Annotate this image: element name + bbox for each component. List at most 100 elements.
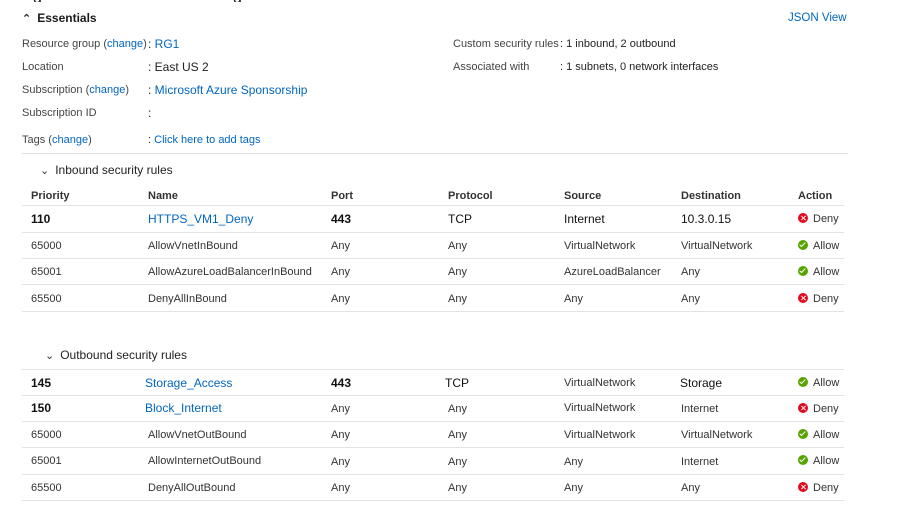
port-cell: Any xyxy=(331,240,350,252)
protocol-cell: Any xyxy=(448,240,467,252)
cropped-header-text: g g xyxy=(0,0,924,2)
destination-cell: Internet xyxy=(681,456,719,468)
cropped-glyph: g xyxy=(33,0,42,2)
resource-group-link[interactable]: RG1 xyxy=(155,37,180,51)
essentials-toggle[interactable]: ⌃ Essentials xyxy=(22,11,97,25)
check-circle-icon xyxy=(798,266,808,276)
port-cell: Any xyxy=(331,429,350,441)
source-cell: VirtualNetwork xyxy=(564,377,636,389)
action-cell: Allow xyxy=(798,429,839,441)
subscription-link[interactable]: Microsoft Azure Sponsorship xyxy=(155,83,308,97)
destination-cell: Any xyxy=(681,482,700,494)
source-cell: Internet xyxy=(564,212,605,226)
check-circle-icon xyxy=(798,429,808,439)
add-tags-link[interactable]: Click here to add tags xyxy=(154,134,260,146)
row-divider xyxy=(22,395,844,396)
associated-label: Associated with xyxy=(453,61,530,73)
chevron-down-icon: ⌄ xyxy=(45,350,55,362)
x-circle-icon xyxy=(798,403,808,413)
subscription-label: Subscription (change) xyxy=(22,84,130,96)
resource-group-label: Resource group (change) xyxy=(22,38,147,50)
outbound-title: Outbound security rules xyxy=(60,348,187,362)
col-destination: Destination xyxy=(681,190,741,202)
action-cell: Allow xyxy=(798,266,839,278)
chevron-up-icon: ⌃ xyxy=(22,13,32,25)
outbound-section-toggle[interactable]: ⌄ Outbound security rules xyxy=(45,348,187,362)
x-circle-icon xyxy=(798,293,808,303)
action-cell: Allow xyxy=(798,455,839,467)
priority-cell: 65001 xyxy=(31,266,62,278)
tags-change-link[interactable]: change xyxy=(52,134,88,146)
row-divider xyxy=(22,311,844,312)
location-value: : East US 2 xyxy=(148,60,209,74)
port-cell: Any xyxy=(331,403,350,415)
source-cell: VirtualNetwork xyxy=(564,402,636,414)
col-source: Source xyxy=(564,190,602,202)
col-name: Name xyxy=(148,190,178,202)
port-cell: Any xyxy=(331,456,350,468)
x-circle-icon xyxy=(798,213,808,223)
action-cell: Allow xyxy=(798,240,839,252)
priority-cell: 65500 xyxy=(31,482,62,494)
port-cell: Any xyxy=(331,293,350,305)
rule-name-link[interactable]: HTTPS_VM1_Deny xyxy=(148,212,253,226)
protocol-cell: Any xyxy=(448,266,467,278)
destination-cell: VirtualNetwork xyxy=(681,429,753,441)
port-cell: 443 xyxy=(331,376,352,390)
subscription-id-value: : xyxy=(148,106,152,120)
rule-name: AllowAzureLoadBalancerInBound xyxy=(148,266,312,278)
row-divider xyxy=(22,232,844,233)
source-cell: VirtualNetwork xyxy=(564,240,636,252)
row-divider xyxy=(22,369,844,370)
inbound-title: Inbound security rules xyxy=(55,163,173,177)
protocol-cell: Any xyxy=(448,482,467,494)
port-cell: Any xyxy=(331,266,350,278)
custom-rules-label: Custom security rules xyxy=(453,38,559,50)
priority-cell: 65500 xyxy=(31,293,62,305)
resource-group-change-link[interactable]: change xyxy=(107,38,143,50)
action-cell: Deny xyxy=(798,213,839,225)
rule-name: DenyAllInBound xyxy=(148,293,227,305)
port-cell: Any xyxy=(331,482,350,494)
rule-name: AllowVnetOutBound xyxy=(148,429,247,441)
subscription-id-label: Subscription ID xyxy=(22,107,97,119)
col-action: Action xyxy=(798,190,833,202)
subscription-change-link[interactable]: change xyxy=(89,84,125,96)
rule-name: AllowInternetOutBound xyxy=(148,455,262,467)
row-divider xyxy=(22,284,844,285)
tags-value: : Click here to add tags xyxy=(148,134,261,146)
col-protocol: Protocol xyxy=(448,190,493,202)
chevron-down-icon: ⌄ xyxy=(40,165,50,177)
subscription-value: : Microsoft Azure Sponsorship xyxy=(148,83,308,97)
inbound-section-toggle[interactable]: ⌄ Inbound security rules xyxy=(40,163,173,177)
row-divider xyxy=(22,500,844,501)
rule-name: DenyAllOutBound xyxy=(148,482,236,494)
destination-cell: Storage xyxy=(680,376,723,390)
priority-cell: 65001 xyxy=(31,455,62,467)
source-cell: VirtualNetwork xyxy=(564,429,636,441)
rule-name-link[interactable]: Block_Internet xyxy=(145,401,222,415)
col-port: Port xyxy=(331,190,353,202)
check-circle-icon xyxy=(798,377,808,387)
associated-value: : 1 subnets, 0 network interfaces xyxy=(560,61,719,73)
protocol-cell: TCP xyxy=(445,376,469,390)
json-view-link[interactable]: JSON View xyxy=(788,12,847,24)
action-cell: Deny xyxy=(798,293,839,305)
row-divider xyxy=(22,258,844,259)
check-circle-icon xyxy=(798,240,808,250)
source-cell: Any xyxy=(564,482,583,494)
protocol-cell: Any xyxy=(448,456,467,468)
essentials-divider xyxy=(22,153,848,154)
destination-cell: VirtualNetwork xyxy=(681,240,753,252)
x-circle-icon xyxy=(798,482,808,492)
priority-cell: 65000 xyxy=(31,429,62,441)
location-label: Location xyxy=(22,61,64,73)
rule-name-link[interactable]: Storage_Access xyxy=(145,376,232,390)
priority-cell: 150 xyxy=(31,401,52,415)
action-cell: Allow xyxy=(798,377,839,389)
row-divider xyxy=(22,474,844,475)
priority-cell: 65000 xyxy=(31,240,62,252)
source-cell: AzureLoadBalancer xyxy=(564,266,661,278)
col-priority: Priority xyxy=(31,190,70,202)
tags-label: Tags (change) xyxy=(22,134,92,146)
